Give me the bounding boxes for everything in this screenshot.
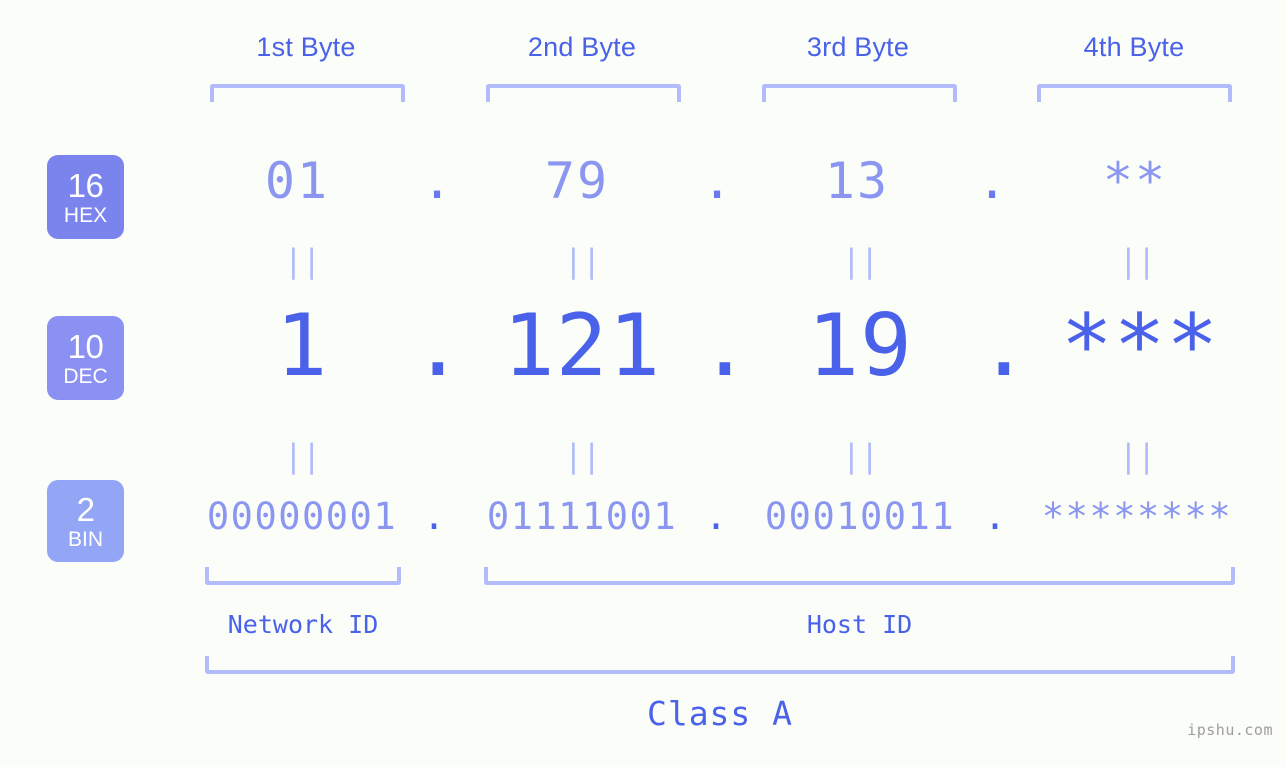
hex-octet-1: 01	[264, 152, 330, 210]
radix-badge-hex-number: 16	[67, 166, 104, 204]
equals-connector-hex-dec-2: ||	[563, 242, 602, 280]
hex-octet-4: **	[1102, 152, 1168, 210]
byte-header-label-1: 1st Byte	[256, 32, 356, 62]
bin-separator-1: .	[422, 495, 446, 538]
radix-badge-bin: 2 BIN	[47, 480, 124, 562]
equals-connector-hex-dec-1: ||	[283, 242, 322, 280]
equals-connector-hex-dec-4: ||	[1118, 242, 1157, 280]
dec-octet-4: ***	[1060, 296, 1220, 396]
equals-connector-hex-dec-3: ||	[841, 242, 880, 280]
byte-header-label-3: 3rd Byte	[806, 32, 910, 62]
bin-octet-4: ********	[1041, 495, 1233, 538]
bin-octet-3: 00010011	[764, 495, 956, 538]
radix-badge-dec-number: 10	[67, 327, 104, 365]
network-id-label: Network ID	[227, 610, 379, 639]
class-label: Class A	[646, 694, 794, 733]
byte-header-label-2: 2nd Byte	[527, 32, 637, 62]
watermark: ipshu.com	[1187, 721, 1273, 739]
radix-badge-dec: 10 DEC	[47, 316, 124, 400]
equals-connector-dec-bin-3: ||	[841, 437, 880, 475]
equals-connector-dec-bin-2: ||	[563, 437, 602, 475]
hex-octet-2: 79	[544, 152, 610, 210]
byte-bracket-3	[762, 84, 957, 102]
byte-bracket-2	[486, 84, 681, 102]
byte-header-label-4: 4th Byte	[1083, 32, 1185, 62]
dec-octet-2: 121	[502, 296, 662, 396]
radix-badge-hex-system: HEX	[63, 203, 108, 227]
dec-octet-3: 19	[807, 296, 913, 396]
network-id-bracket	[205, 567, 401, 585]
hex-octet-3: 13	[824, 152, 890, 210]
byte-bracket-1	[210, 84, 405, 102]
byte-bracket-4	[1037, 84, 1232, 102]
radix-badge-hex: 16 HEX	[47, 155, 124, 239]
ip-address-breakdown-diagram: 1st Byte 2nd Byte 3rd Byte 4th Byte 16 H…	[0, 0, 1285, 767]
bin-octet-1: 00000001	[206, 495, 398, 538]
equals-connector-dec-bin-4: ||	[1118, 437, 1157, 475]
radix-badge-bin-number: 2	[76, 490, 95, 528]
radix-badge-bin-system: BIN	[67, 527, 103, 551]
dec-octet-1: 1	[275, 296, 329, 396]
bin-octet-2: 01111001	[486, 495, 678, 538]
host-id-bracket	[484, 567, 1235, 585]
radix-badge-dec-system: DEC	[63, 364, 108, 388]
equals-connector-dec-bin-1: ||	[283, 437, 322, 475]
dec-separator-1: .	[412, 296, 464, 396]
host-id-label: Host ID	[806, 610, 913, 639]
class-bracket	[205, 656, 1235, 674]
